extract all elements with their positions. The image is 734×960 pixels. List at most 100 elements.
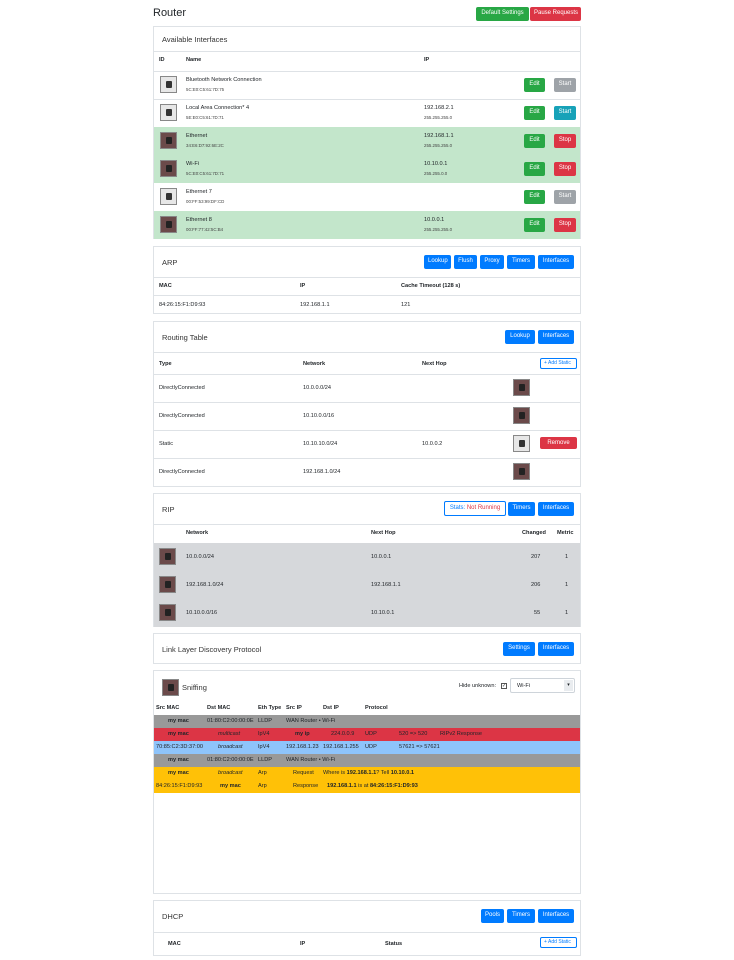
- packet-protocol: UDP: [365, 731, 377, 737]
- rip-stats-value: Not Running: [466, 505, 501, 511]
- interface-icon: [160, 76, 177, 93]
- interface-row: Ethernet 8 00:FF:77:42:5C:B4 10.0.0.1 25…: [154, 211, 580, 239]
- packet-src-mac: my mac: [168, 770, 189, 776]
- rip-card: RIP Stats: Not Running Timers Interfaces…: [153, 493, 581, 627]
- interface-icon: [160, 160, 177, 177]
- rip-metric: 1: [565, 582, 569, 588]
- lldp-settings-button[interactable]: Settings: [503, 642, 535, 656]
- packet-eth-type: IpV4: [258, 744, 270, 750]
- packet-src-ip: my ip: [295, 731, 310, 737]
- packet-message: 192.168.1.1 is at 84:26:15:F1:D9:93: [327, 783, 418, 789]
- interface-mac: 5C:E0:C5:61:7D:71: [186, 171, 225, 176]
- rip-network: 192.168.1.0/24: [186, 582, 224, 588]
- rip-row: 10.0.0.0/24 10.0.0.1 207 1: [154, 543, 580, 571]
- packet-dst-mac: multicast: [218, 731, 241, 737]
- rip-row: 192.168.1.0/24 192.168.1.1 206 1: [154, 571, 580, 599]
- interface-select[interactable]: Wi-Fi ▾: [510, 678, 575, 693]
- packet-row[interactable]: my mac broadcast Arp Request Where is 19…: [154, 767, 580, 780]
- packet-row[interactable]: my mac multicast IpV4 my ip 224.0.0.9 UD…: [154, 728, 580, 741]
- interface-mask: 255.255.255.0: [424, 115, 453, 120]
- lldp-interfaces-button[interactable]: Interfaces: [538, 642, 574, 656]
- interface-row: Ethernet 7 00:FF:53:99:DF:CD Edit Start: [154, 183, 580, 211]
- edit-button[interactable]: Edit: [524, 190, 545, 204]
- packet-dst-mac: broadcast: [218, 770, 243, 776]
- routing-network: 192.168.1.0/24: [303, 469, 341, 475]
- packet-eth-type: Arp: [258, 783, 267, 789]
- interface-icon: [160, 216, 177, 233]
- routing-interface-icon: [513, 407, 530, 424]
- arp-lookup-button[interactable]: Lookup: [424, 255, 451, 269]
- col-name: Name: [186, 57, 202, 63]
- arp-proxy-button[interactable]: Proxy: [480, 255, 504, 269]
- dhcp-add-static-button[interactable]: + Add Static: [540, 937, 577, 948]
- rip-metric: 1: [565, 610, 569, 616]
- rip-timers-button[interactable]: Timers: [508, 502, 535, 516]
- start-button[interactable]: Start: [554, 190, 576, 204]
- packet-message: Where is 192.168.1.1? Tell 10.10.0.1: [323, 770, 415, 776]
- rip-stats-button[interactable]: Stats: Not Running: [444, 501, 506, 516]
- arp-timers-button[interactable]: Timers: [507, 255, 535, 269]
- routing-add-static-button[interactable]: + Add Static: [540, 358, 577, 369]
- sniff-col-dst-ip: Dst IP: [323, 705, 339, 711]
- arp-title: ARP: [162, 258, 178, 267]
- dhcp-interfaces-button[interactable]: Interfaces: [538, 909, 574, 923]
- arp-col-timeout: Cache Timeout (128 s): [401, 283, 461, 289]
- routing-lookup-button[interactable]: Lookup: [505, 330, 535, 344]
- dhcp-col-ip: IP: [300, 941, 306, 947]
- start-button[interactable]: Start: [554, 78, 576, 92]
- edit-button[interactable]: Edit: [524, 134, 545, 148]
- default-settings-button[interactable]: Default Settings: [476, 7, 529, 21]
- rip-interfaces-button[interactable]: Interfaces: [538, 502, 574, 516]
- routing-type: Static: [159, 441, 173, 447]
- interface-name: Bluetooth Network Connection: [186, 77, 262, 83]
- routing-interface-icon: [513, 435, 530, 452]
- sniff-col-dst-mac: Dst MAC: [207, 705, 231, 711]
- edit-button[interactable]: Edit: [524, 162, 545, 176]
- rip-col-network: Network: [186, 530, 209, 536]
- packet-src-ip: 192.168.1.23: [286, 744, 319, 750]
- packet-info: WAN Router • Wi-Fi: [286, 718, 336, 724]
- routing-col-network: Network: [303, 361, 326, 367]
- packet-extra: RIPv2 Response: [440, 731, 482, 737]
- packet-operation: Response: [293, 783, 319, 789]
- edit-button[interactable]: Edit: [524, 218, 545, 232]
- hide-unknown-checkbox[interactable]: ✓: [501, 683, 507, 689]
- sniff-col-protocol: Protocol: [365, 705, 388, 711]
- dhcp-col-status: Status: [385, 941, 403, 947]
- packet-row[interactable]: my mac 01:80:C2:00:00:0E LLDP WAN Router…: [154, 715, 580, 728]
- packet-eth-type: IpV4: [258, 731, 270, 737]
- rip-changed: 206: [531, 582, 541, 588]
- routing-interfaces-button[interactable]: Interfaces: [538, 330, 574, 344]
- interface-name: Ethernet: [186, 133, 208, 139]
- interface-select-value: Wi-Fi: [517, 683, 531, 689]
- interface-mask: 255.255.255.0: [424, 143, 453, 148]
- routing-remove-button[interactable]: Remove: [540, 437, 577, 449]
- arp-col-mac: MAC: [159, 283, 172, 289]
- dhcp-timers-button[interactable]: Timers: [507, 909, 535, 923]
- packet-eth-type: LLDP: [258, 757, 272, 763]
- packet-row[interactable]: 84:26:15:F1:D9:93 my mac Arp Response 19…: [154, 780, 580, 793]
- routing-col-next-hop: Next Hop: [422, 361, 447, 367]
- interface-mac: 34:E6:D7:92:6E:2C: [186, 143, 224, 148]
- sniffing-title: Sniffing: [182, 683, 207, 692]
- dhcp-col-mac: MAC: [168, 941, 181, 947]
- packet-eth-type: LLDP: [258, 718, 272, 724]
- pause-requests-button[interactable]: Pause Requests: [530, 7, 581, 21]
- dhcp-pools-button[interactable]: Pools: [481, 909, 504, 923]
- arp-card: ARP Lookup Flush Proxy Timers Interfaces…: [153, 246, 581, 314]
- interface-mac: 5E:E0:C5:61:7D:71: [186, 115, 224, 120]
- rip-next-hop: 10.0.0.1: [371, 554, 392, 560]
- arp-interfaces-button[interactable]: Interfaces: [538, 255, 574, 269]
- packet-dst-mac: 01:80:C2:00:00:0E: [207, 757, 254, 763]
- packet-row[interactable]: my mac 01:80:C2:00:00:0E LLDP WAN Router…: [154, 754, 580, 767]
- packet-row[interactable]: 70:85:C2:3D:37:00 broadcast IpV4 192.168…: [154, 741, 580, 754]
- edit-button[interactable]: Edit: [524, 106, 545, 120]
- stop-button[interactable]: Stop: [554, 162, 576, 176]
- arp-flush-button[interactable]: Flush: [454, 255, 477, 269]
- stop-button[interactable]: Stop: [554, 134, 576, 148]
- stop-button[interactable]: Stop: [554, 218, 576, 232]
- start-button[interactable]: Start: [554, 106, 576, 120]
- edit-button[interactable]: Edit: [524, 78, 545, 92]
- rip-network: 10.10.0.0/16: [186, 610, 218, 616]
- routing-type: DirectlyConnected: [159, 469, 205, 475]
